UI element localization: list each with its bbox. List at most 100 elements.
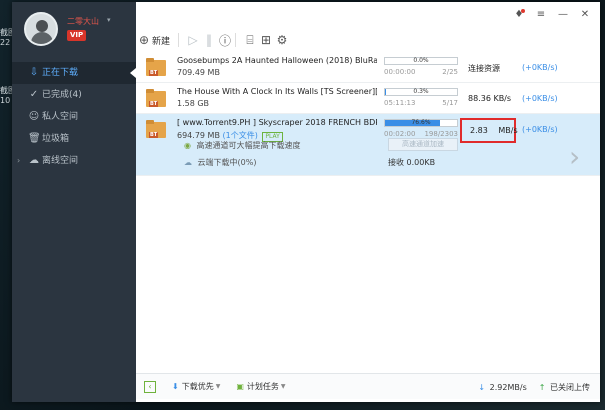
sidebar-item-label: 正在下载 xyxy=(42,68,79,78)
file-size: 694.79 MB xyxy=(177,131,220,140)
mail-icon[interactable]: ♦ xyxy=(512,8,526,22)
progress-text: 0.3% xyxy=(413,88,429,95)
schedule-button[interactable]: ▣ 计划任务 ▼ xyxy=(236,381,285,392)
speed-value: 2.83 xyxy=(470,126,488,135)
cloud-icon: ☁ xyxy=(29,155,39,166)
arrow-up-icon: ↑ xyxy=(538,382,546,392)
file-size: 709.49 MB xyxy=(177,68,220,77)
pieces-count: 2/25 xyxy=(442,68,458,76)
pieces-count: 5/17 xyxy=(442,99,458,107)
sidebar-item-label: 离线空间 xyxy=(42,156,79,166)
new-task-button[interactable]: ⊕ 新建 xyxy=(136,33,170,47)
sidebar: 二零大山 ▾ VIP ⇩ 正在下载 ✓ 已完成(4) ☺ 私人空间 🗑 垃圾箱 … xyxy=(12,2,136,402)
desktop-label: 截图 xyxy=(0,28,12,37)
grid-icon[interactable]: ⊞ xyxy=(258,33,274,47)
cleanup-icon[interactable]: ⌸ xyxy=(242,33,258,48)
toolbar: ⊕ 新建 ▷ ‖ ⓘ ⌸ ⊞ ⚙ xyxy=(136,28,290,52)
collapse-sidebar-button[interactable]: ‹ xyxy=(144,380,156,393)
menu-icon[interactable]: ≡ xyxy=(534,8,548,22)
toolbar-divider xyxy=(235,33,237,47)
chevron-down-icon[interactable]: ▾ xyxy=(107,16,111,24)
desktop-label: 10 xyxy=(0,96,11,105)
chevron-down-icon: ▼ xyxy=(215,383,221,390)
sidebar-item-trash[interactable]: 🗑 垃圾箱 xyxy=(12,128,136,150)
files-link[interactable]: (1个文件) xyxy=(222,131,257,140)
pause-icon[interactable]: ‖ xyxy=(201,33,217,47)
accel-speed: (+0KB/s) xyxy=(522,125,558,134)
vip-badge[interactable]: VIP xyxy=(67,30,87,41)
sidebar-item-downloading[interactable]: ⇩ 正在下载 xyxy=(12,62,136,84)
bt-file-icon: BT xyxy=(146,89,166,109)
sidebar-item-completed[interactable]: ✓ 已完成(4) xyxy=(12,84,136,106)
arrow-down-icon: ↓ xyxy=(478,382,486,392)
sidebar-item-offline[interactable]: › ☁ 离线空间 xyxy=(12,150,136,172)
download-speed: 88.36 KB/s xyxy=(468,94,512,103)
toolbar-divider xyxy=(178,33,180,47)
schedule-label: 计划任务 xyxy=(246,382,279,391)
file-name: Goosebumps 2A Haunted Halloween (2018) B… xyxy=(177,56,377,65)
person-icon: ☺ xyxy=(28,111,40,122)
progress-bar: 0.3% xyxy=(384,88,458,96)
download-row-selected[interactable]: BT [ www.Torrent9.PH ] Skyscraper 2018 F… xyxy=(136,114,600,176)
cloud-icon: ☁ xyxy=(184,158,192,167)
progress-bar: 0.0% xyxy=(384,57,458,65)
bt-file-icon: BT xyxy=(146,58,166,78)
desktop-label: 截图 xyxy=(0,86,12,95)
pieces-count: 198/2303 xyxy=(424,130,458,138)
fast-channel-button[interactable]: 高速通道加速 xyxy=(388,138,458,151)
hint-line: ◉ 高速通道可大幅提高下载速度 xyxy=(184,140,301,151)
download-priority-label: 下载优先 xyxy=(181,382,214,391)
settings-icon[interactable]: ⚙ xyxy=(274,33,290,47)
info-icon[interactable]: ⓘ xyxy=(217,32,233,49)
username[interactable]: 二零大山 xyxy=(67,16,99,27)
upload-toggle[interactable]: ↑ 已关闭上传 xyxy=(539,382,590,393)
download-icon: ⬇ xyxy=(172,382,179,391)
status-text: 连接资源 xyxy=(468,64,500,73)
sidebar-item-label: 私人空间 xyxy=(42,112,79,122)
download-row[interactable]: BT The House With A Clock In Its Walls [… xyxy=(136,83,600,114)
total-speed-value: 2.92MB/s xyxy=(489,382,527,392)
cloud-status: 云端下载中(0%) xyxy=(197,158,257,167)
chevron-right-icon[interactable]: › xyxy=(569,142,580,172)
check-circle-icon: ◉ xyxy=(184,141,191,150)
bottom-bar: ‹ ⬇ 下载优先 ▼ ▣ 计划任务 ▼ ↓ 2.92MB/s ↑ 已关闭上传 xyxy=(136,373,600,399)
window-controls: ♦ ≡ — ✕ xyxy=(512,8,592,22)
time-remaining: 00:00:00 xyxy=(384,68,416,76)
accel-speed: (+0KB/s) xyxy=(522,63,558,72)
bt-file-icon: BT xyxy=(146,120,166,140)
total-download-speed: ↓ 2.92MB/s xyxy=(478,383,526,392)
hint-text: 高速通道可大幅提高下载速度 xyxy=(196,141,301,150)
download-list: BT Goosebumps 2A Haunted Halloween (2018… xyxy=(136,52,600,176)
sidebar-item-label: 垃圾箱 xyxy=(42,134,70,144)
new-task-label: 新建 xyxy=(152,36,171,47)
desktop-label: 22 xyxy=(0,38,11,47)
trash-icon: 🗑 xyxy=(28,133,41,144)
received-amount: 接收 0.00KB xyxy=(388,158,436,167)
download-manager-window: 二零大山 ▾ VIP ⇩ 正在下载 ✓ 已完成(4) ☺ 私人空间 🗑 垃圾箱 … xyxy=(12,2,600,402)
check-circle-icon: ✓ xyxy=(29,89,39,100)
download-speed: 2.83 MB/s xyxy=(470,126,518,135)
bottom-status: ↓ 2.92MB/s ↑ 已关闭上传 xyxy=(478,374,590,400)
upload-status: 已关闭上传 xyxy=(550,382,590,392)
sidebar-nav: ⇩ 正在下载 ✓ 已完成(4) ☺ 私人空间 🗑 垃圾箱 › ☁ 离线空间 xyxy=(12,62,136,172)
chevron-right-icon[interactable]: › xyxy=(17,150,20,172)
download-row[interactable]: BT Goosebumps 2A Haunted Halloween (2018… xyxy=(136,52,600,83)
progress-text: 0.0% xyxy=(413,57,429,64)
progress-text: 76.6% xyxy=(411,119,431,126)
sidebar-item-private[interactable]: ☺ 私人空间 xyxy=(12,106,136,128)
download-priority-button[interactable]: ⬇ 下载优先 ▼ xyxy=(172,381,220,392)
plus-file-icon: ⊕ xyxy=(138,33,150,47)
time-remaining: 05:11:13 xyxy=(384,99,416,107)
accel-speed: (+0KB/s) xyxy=(522,94,558,103)
play-icon[interactable]: ▷ xyxy=(185,33,201,47)
file-name: [ www.Torrent9.PH ] Skyscraper 2018 FREN… xyxy=(177,118,377,127)
close-icon[interactable]: ✕ xyxy=(578,8,592,22)
speed-unit: MB/s xyxy=(498,126,518,135)
sidebar-item-label: 已完成(4) xyxy=(42,90,82,100)
minimize-icon[interactable]: — xyxy=(556,8,570,22)
avatar[interactable] xyxy=(24,12,58,46)
file-name: The House With A Clock In Its Walls [TS … xyxy=(177,87,377,96)
cloud-line: ☁ 云端下载中(0%) xyxy=(184,157,256,168)
schedule-icon: ▣ xyxy=(236,382,244,391)
download-icon: ⇩ xyxy=(29,67,39,78)
